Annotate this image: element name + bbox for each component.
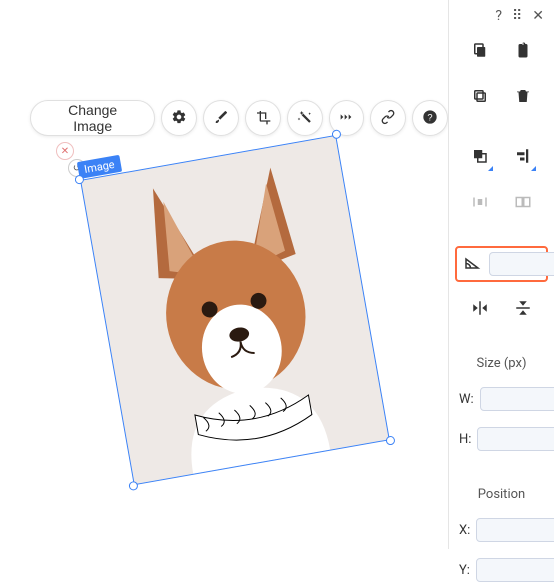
change-image-button[interactable]: Change Image: [30, 100, 155, 136]
resize-handle-top-right[interactable]: [331, 129, 341, 139]
height-input[interactable]: [477, 427, 554, 451]
pos-x-label: X:: [459, 523, 470, 538]
height-label: H:: [459, 432, 471, 447]
angle-icon: [463, 253, 481, 275]
position-section-title: Position: [459, 487, 544, 502]
distribute-horizontal-button: [466, 190, 494, 218]
image-toolbar: Change Image: [30, 100, 448, 136]
copy-icon: [471, 41, 489, 63]
help-icon: ?: [422, 109, 438, 128]
crop-icon: [255, 109, 271, 128]
match-size-button: [509, 190, 537, 218]
resize-handle-bottom-right[interactable]: [385, 435, 395, 445]
brush-icon: [213, 109, 229, 128]
question-icon: ?: [495, 8, 502, 24]
selection-box: [80, 135, 390, 485]
distribute-horizontal-icon: [471, 193, 489, 215]
drag-panel-button[interactable]: ⠿: [512, 8, 522, 24]
pos-y-label: Y:: [459, 563, 470, 578]
trash-icon: [514, 87, 532, 109]
copy-button[interactable]: [466, 38, 494, 66]
flip-vertical-button[interactable]: [509, 296, 537, 324]
close-icon: ✕: [61, 146, 69, 157]
pos-x-input[interactable]: [476, 518, 554, 542]
close-panel-button[interactable]: ✕: [532, 8, 544, 24]
paste-icon: [514, 41, 532, 63]
match-size-icon: [514, 193, 532, 215]
crop-button[interactable]: [245, 100, 281, 136]
flip-horizontal-button[interactable]: [466, 296, 494, 324]
panel-help-button[interactable]: ?: [495, 8, 502, 24]
width-label: W:: [459, 392, 474, 407]
delete-button[interactable]: [509, 84, 537, 112]
close-icon: ✕: [532, 8, 544, 24]
duplicate-button[interactable]: [466, 84, 494, 112]
panel-top-controls: ? ⠿ ✕: [459, 8, 544, 24]
link-button[interactable]: [370, 100, 406, 136]
help-button[interactable]: ?: [412, 100, 448, 136]
remove-element-button[interactable]: ✕: [56, 142, 74, 160]
magic-button[interactable]: [287, 100, 323, 136]
align-button[interactable]: [509, 144, 537, 172]
align-right-icon: [514, 147, 532, 169]
selected-image[interactable]: Image: [80, 135, 390, 485]
canvas-area[interactable]: Change Image: [0, 0, 448, 549]
duplicate-icon: [471, 87, 489, 109]
gear-icon: [171, 109, 187, 128]
flip-horizontal-icon: [471, 299, 489, 321]
paste-button[interactable]: [509, 38, 537, 66]
settings-button[interactable]: [161, 100, 197, 136]
pos-y-input[interactable]: [476, 558, 554, 582]
rotate-input[interactable]: [489, 252, 554, 276]
drag-handle-icon: ⠿: [512, 8, 522, 24]
link-icon: [380, 109, 396, 128]
magic-wand-icon: [297, 109, 313, 128]
rotate-row: [455, 246, 548, 282]
flip-vertical-icon: [514, 299, 532, 321]
arrange-button[interactable]: [466, 144, 494, 172]
properties-panel: ? ⠿ ✕: [448, 0, 554, 549]
width-input[interactable]: [480, 387, 554, 411]
animation-icon: [338, 109, 354, 128]
resize-handle-bottom-left[interactable]: [128, 481, 138, 491]
size-section-title: Size (px): [459, 356, 544, 371]
rotate-button[interactable]: [463, 254, 481, 274]
send-back-icon: [471, 147, 489, 169]
svg-text:?: ?: [428, 112, 433, 122]
brush-button[interactable]: [203, 100, 239, 136]
